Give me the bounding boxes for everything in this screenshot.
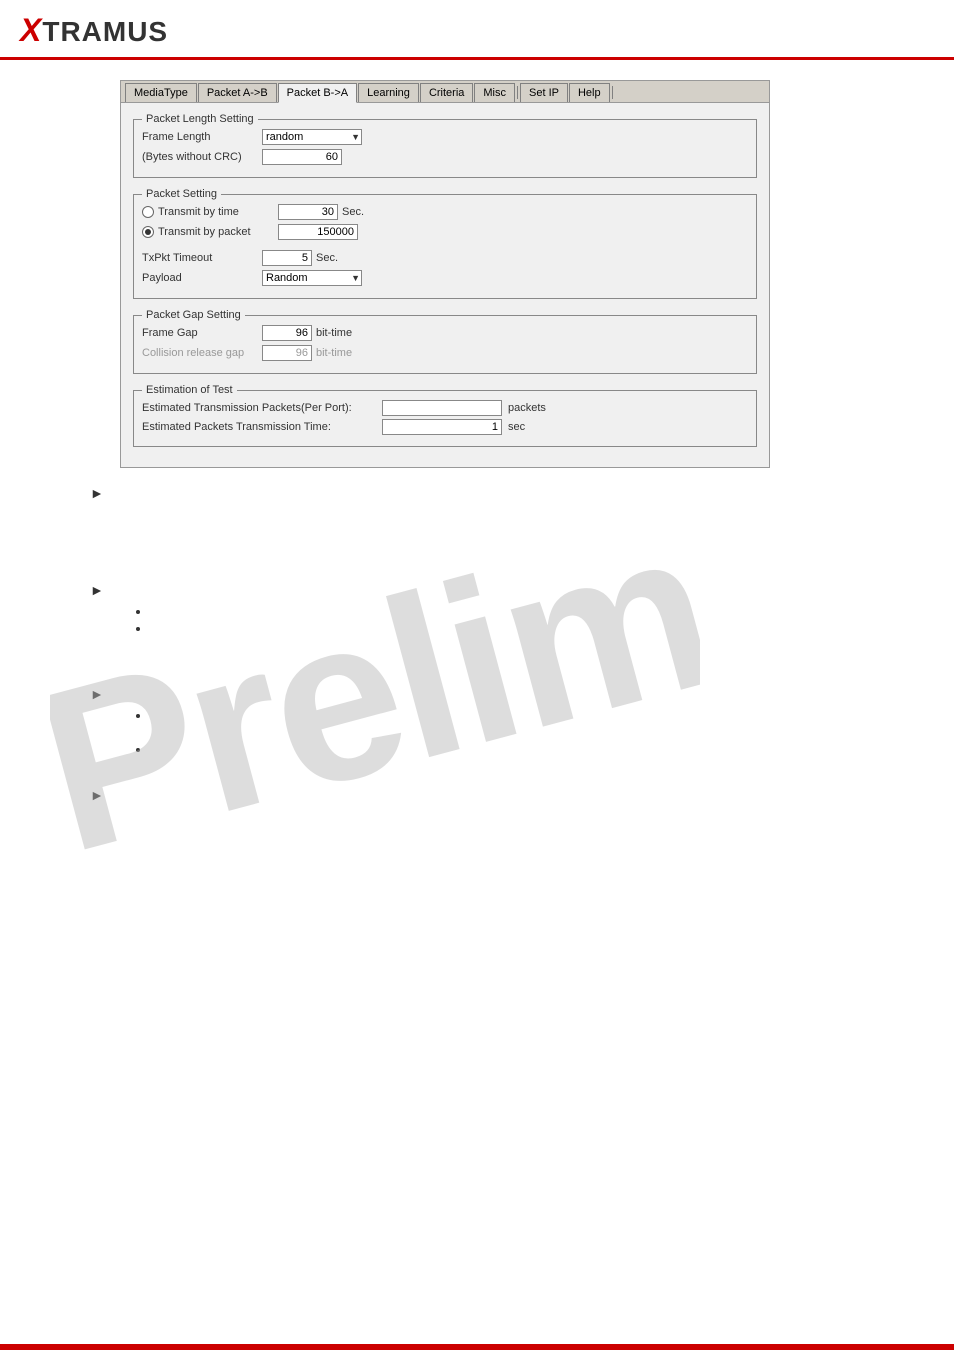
- bytes-crc-input[interactable]: [262, 149, 342, 165]
- frame-length-select[interactable]: random 64 128 256 512 1024 1280 1518: [262, 129, 362, 145]
- bullet-list-3: [150, 708, 934, 756]
- tab-misc[interactable]: Misc: [474, 83, 515, 102]
- transmit-packet-radio[interactable]: [142, 226, 154, 238]
- transmission-packets-label: Estimated Transmission Packets(Per Port)…: [142, 402, 382, 414]
- transmission-packets-row: Estimated Transmission Packets(Per Port)…: [142, 400, 748, 416]
- arrow-bullet-3: ►: [90, 686, 104, 702]
- frame-length-row: Frame Length random 64 128 256 512 1024 …: [142, 129, 748, 145]
- tab-learning[interactable]: Learning: [358, 83, 419, 102]
- arrow-2: ►: [90, 581, 934, 598]
- packet-gap-group: Packet Gap Setting Frame Gap bit-time Co…: [133, 309, 757, 374]
- transmit-time-label: Transmit by time: [158, 206, 278, 218]
- logo-x: X: [20, 12, 42, 48]
- section-1: ►: [120, 484, 934, 501]
- packet-setting-group: Packet Setting Transmit by time Sec. Tra…: [133, 188, 757, 299]
- frame-length-label: Frame Length: [142, 131, 262, 143]
- tab-packet-ba[interactable]: Packet B->A: [278, 83, 357, 103]
- transmit-time-input[interactable]: [278, 204, 338, 220]
- transmission-packets-input[interactable]: [382, 400, 502, 416]
- transmission-time-row: Estimated Packets Transmission Time: sec: [142, 419, 748, 435]
- transmit-time-row: Transmit by time Sec.: [142, 204, 748, 220]
- footer-bar: [0, 1344, 954, 1350]
- collision-gap-input: [262, 345, 312, 361]
- transmission-time-label: Estimated Packets Transmission Time:: [142, 421, 382, 433]
- txpkt-timeout-input[interactable]: [262, 250, 312, 266]
- section-4: ►: [120, 786, 934, 803]
- bytes-crc-row: (Bytes without CRC): [142, 149, 748, 165]
- transmit-packet-row: Transmit by packet: [142, 224, 748, 240]
- frame-gap-row: Frame Gap bit-time: [142, 325, 748, 341]
- transmit-packet-input[interactable]: [278, 224, 358, 240]
- transmit-packet-label: Transmit by packet: [158, 226, 278, 238]
- arrow-bullet-2: ►: [90, 582, 104, 598]
- txpkt-timeout-row: TxPkt Timeout Sec.: [142, 250, 748, 266]
- transmission-packets-unit: packets: [508, 402, 546, 414]
- estimation-group: Estimation of Test Estimated Transmissio…: [133, 384, 757, 447]
- bullet-item-2-1: [150, 604, 934, 618]
- txpkt-timeout-unit: Sec.: [316, 252, 338, 264]
- packet-setting-legend: Packet Setting: [142, 188, 221, 200]
- section-3: ►: [120, 685, 934, 756]
- frame-gap-label: Frame Gap: [142, 327, 262, 339]
- txpkt-timeout-label: TxPkt Timeout: [142, 252, 262, 264]
- bullet-item-2-2: [150, 621, 934, 635]
- transmission-time-unit: sec: [508, 421, 525, 433]
- packet-length-group: Packet Length Setting Frame Length rando…: [133, 113, 757, 178]
- collision-gap-unit: bit-time: [316, 347, 352, 359]
- bullet-item-3-2: [150, 742, 934, 756]
- bytes-crc-label: (Bytes without CRC): [142, 151, 262, 163]
- bullet-list-2: [150, 604, 934, 635]
- payload-select-wrapper: Random Fixed Increment ▼: [262, 270, 362, 286]
- logo-rest: TRAMUS: [42, 16, 168, 47]
- section-2: ►: [120, 581, 934, 635]
- collision-gap-row: Collision release gap bit-time: [142, 345, 748, 361]
- dialog-panel: MediaType Packet A->B Packet B->A Learni…: [120, 80, 770, 468]
- estimation-legend: Estimation of Test: [142, 384, 237, 396]
- arrow-1: ►: [90, 484, 934, 501]
- frame-gap-input[interactable]: [262, 325, 312, 341]
- tab-bar: MediaType Packet A->B Packet B->A Learni…: [121, 81, 769, 103]
- arrow-3: ►: [90, 685, 934, 702]
- transmit-time-radio[interactable]: [142, 206, 154, 218]
- transmit-time-unit: Sec.: [342, 206, 364, 218]
- payload-select[interactable]: Random Fixed Increment: [262, 270, 362, 286]
- header: XTRAMUS: [0, 0, 954, 60]
- arrow-bullet-1: ►: [90, 485, 104, 501]
- logo: XTRAMUS: [20, 12, 168, 49]
- panel-content: Packet Length Setting Frame Length rando…: [121, 103, 769, 467]
- packet-length-legend: Packet Length Setting: [142, 113, 258, 125]
- tab-mediatype[interactable]: MediaType: [125, 83, 197, 102]
- transmission-time-input[interactable]: [382, 419, 502, 435]
- packet-gap-legend: Packet Gap Setting: [142, 309, 245, 321]
- collision-gap-label: Collision release gap: [142, 347, 262, 359]
- bullet-item-3-1: [150, 708, 934, 722]
- tab-criteria[interactable]: Criteria: [420, 83, 473, 102]
- tab-help[interactable]: Help: [569, 83, 610, 102]
- frame-gap-unit: bit-time: [316, 327, 352, 339]
- payload-label: Payload: [142, 272, 262, 284]
- payload-row: Payload Random Fixed Increment ▼: [142, 270, 748, 286]
- arrow-4: ►: [90, 786, 934, 803]
- main-content: MediaType Packet A->B Packet B->A Learni…: [0, 60, 954, 829]
- tab-setip[interactable]: Set IP: [520, 83, 568, 102]
- frame-length-select-wrapper: random 64 128 256 512 1024 1280 1518 ▼: [262, 129, 362, 145]
- arrow-bullet-4: ►: [90, 787, 104, 803]
- tab-packet-ab[interactable]: Packet A->B: [198, 83, 277, 102]
